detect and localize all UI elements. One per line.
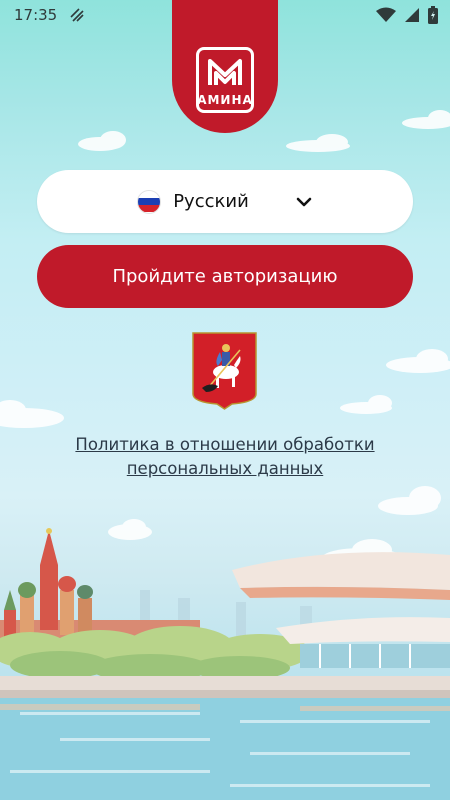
status-time: 17:35 <box>14 6 58 24</box>
language-label: Русский <box>173 191 249 212</box>
logo-text: АМИНА <box>197 93 253 107</box>
app-logo-tab: АМИНА <box>172 0 278 133</box>
amina-logo-icon <box>208 59 242 85</box>
authorize-button[interactable]: Пройдите авторизацию <box>37 245 413 308</box>
no-sim-icon <box>70 8 84 22</box>
moscow-coat-of-arms-icon <box>192 332 257 410</box>
wifi-icon <box>376 7 396 22</box>
privacy-policy-link[interactable]: Политика в отношении обработки персональ… <box>40 433 410 481</box>
status-icons <box>376 6 438 24</box>
policy-link-line-1: Политика в отношении обработки <box>75 435 375 454</box>
chevron-down-icon <box>296 197 312 206</box>
russia-flag-icon <box>137 189 162 214</box>
language-selector[interactable]: Русский <box>37 170 413 233</box>
battery-icon <box>428 6 438 24</box>
amina-logo: АМИНА <box>196 47 254 113</box>
signal-icon <box>405 8 419 22</box>
policy-link-line-2: персональных данных <box>126 459 324 478</box>
app-screen: 17:35 АМИНА Русский Пройдите авторизацию… <box>0 0 450 800</box>
